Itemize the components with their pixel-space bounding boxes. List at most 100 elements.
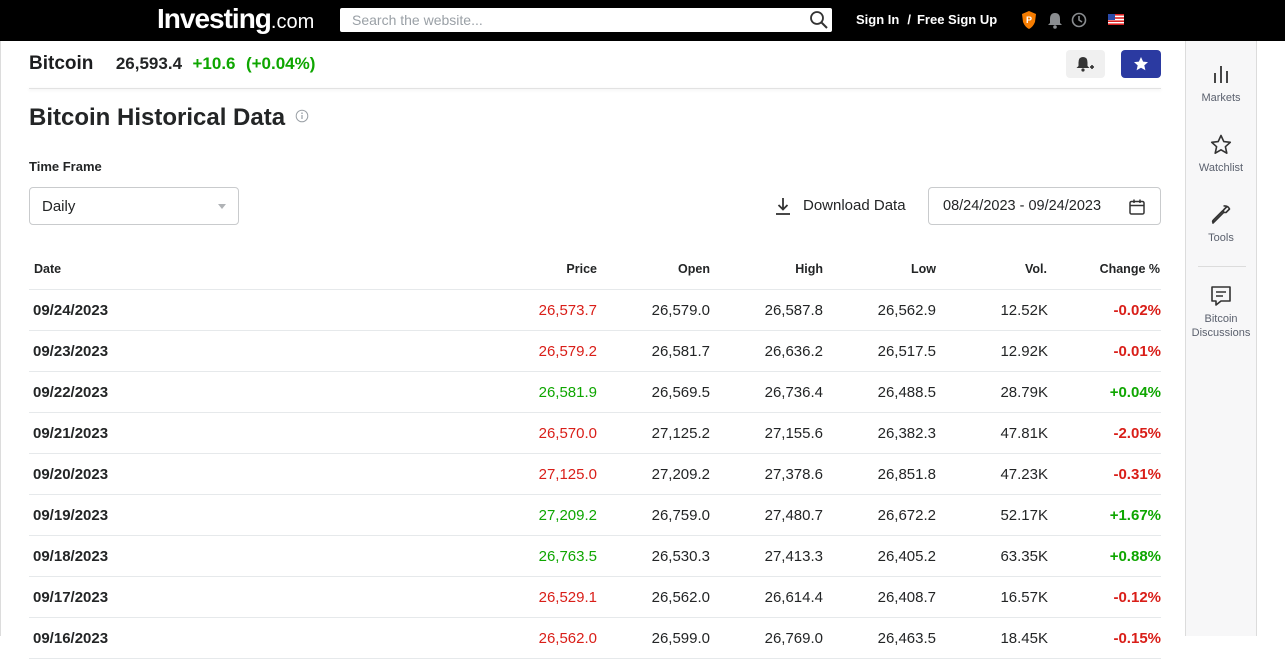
table-row: 09/22/2023 26,581.9 26,569.5 26,736.4 26,488… [29, 372, 1161, 413]
instrument-name: Bitcoin [29, 53, 94, 74]
cell-low: 26,488.5 [877, 384, 936, 401]
header-date[interactable]: Date [34, 262, 61, 276]
cell-low: 26,408.7 [877, 589, 936, 606]
cell-change: -0.31% [1113, 466, 1161, 483]
time-frame-label: Time Frame [29, 159, 102, 174]
cell-change: +1.67% [1109, 507, 1161, 524]
cell-open: 26,759.0 [651, 507, 710, 524]
table-row: 09/19/2023 27,209.2 26,759.0 27,480.7 26,672… [29, 495, 1161, 536]
search-box [340, 8, 832, 32]
cell-date: 09/22/2023 [33, 384, 109, 401]
time-frame-select[interactable]: Daily [29, 187, 239, 225]
info-icon[interactable] [295, 109, 309, 123]
calendar-icon [1129, 199, 1145, 215]
cell-date: 09/20/2023 [33, 466, 109, 483]
cell-high: 26,614.4 [764, 589, 823, 606]
sidebar-item-label: Bitcoin Discussions [1191, 313, 1251, 339]
time-frame-value: Daily [42, 198, 76, 215]
star-outline-icon [1210, 134, 1232, 154]
cell-date: 09/17/2023 [33, 589, 109, 606]
date-range-picker[interactable]: 08/24/2023 - 09/24/2023 [928, 187, 1161, 225]
cell-high: 26,636.2 [764, 343, 823, 360]
sign-in-link[interactable]: Sign In [856, 12, 899, 27]
clock-icon[interactable] [1070, 10, 1088, 30]
star-icon [1134, 57, 1148, 71]
sidebar-item-watchlist[interactable]: Watchlist [1186, 133, 1256, 175]
search-input[interactable] [340, 8, 800, 32]
cell-vol: 47.81K [1000, 425, 1048, 442]
table-body: 09/24/2023 26,573.7 26,579.0 26,587.8 26,562… [29, 290, 1161, 659]
page-title: Bitcoin Historical Data [29, 104, 286, 131]
sidebar-item-markets[interactable]: Markets [1186, 63, 1256, 105]
download-icon [776, 198, 790, 215]
cell-change: -2.05% [1113, 425, 1161, 442]
cell-price: 26,763.5 [538, 548, 597, 565]
cell-high: 27,155.6 [764, 425, 823, 442]
sidebar-item-discussions[interactable]: Bitcoin Discussions [1186, 284, 1256, 340]
cell-price: 26,573.7 [538, 302, 597, 319]
cell-date: 09/19/2023 [33, 507, 109, 524]
header-high[interactable]: High [795, 262, 823, 276]
site-logo[interactable]: Investing.com [157, 3, 314, 35]
bell-icon[interactable] [1046, 10, 1064, 30]
header-low[interactable]: Low [911, 262, 936, 276]
cell-high: 26,587.8 [764, 302, 823, 319]
cell-vol: 47.23K [1000, 466, 1048, 483]
cell-high: 27,378.6 [764, 466, 823, 483]
cell-open: 26,579.0 [651, 302, 710, 319]
header-vol[interactable]: Vol. [1025, 262, 1047, 276]
header-divider [29, 88, 1161, 89]
table-row: 09/18/2023 26,763.5 26,530.3 27,413.3 26,405… [29, 536, 1161, 577]
cell-date: 09/18/2023 [33, 548, 109, 565]
cell-vol: 63.35K [1000, 548, 1048, 565]
cell-date: 09/21/2023 [33, 425, 109, 442]
pro-shield-icon[interactable]: P [1020, 10, 1038, 30]
cell-low: 26,562.9 [877, 302, 936, 319]
table-row: 09/24/2023 26,573.7 26,579.0 26,587.8 26,562… [29, 290, 1161, 331]
table-row: 09/21/2023 26,570.0 27,125.2 27,155.6 26,382… [29, 413, 1161, 454]
instrument-price: 26,593.4 [115, 54, 183, 73]
header-change[interactable]: Change % [1100, 262, 1160, 276]
cell-change: +0.04% [1109, 384, 1161, 401]
instrument-change-pct: (+0.04%) [245, 54, 316, 73]
cell-open: 27,125.2 [651, 425, 710, 442]
search-icon[interactable] [809, 10, 829, 30]
cell-vol: 12.92K [1000, 343, 1048, 360]
sign-up-link[interactable]: Free Sign Up [917, 12, 997, 27]
left-border [0, 41, 1, 636]
cell-vol: 28.79K [1000, 384, 1048, 401]
header-price[interactable]: Price [566, 262, 597, 276]
cell-open: 26,562.0 [651, 589, 710, 606]
sidebar-item-tools[interactable]: Tools [1186, 203, 1256, 245]
table-row: 09/16/2023 26,562.0 26,599.0 26,769.0 26,463… [29, 618, 1161, 659]
cell-low: 26,851.8 [877, 466, 936, 483]
cell-date: 09/23/2023 [33, 343, 109, 360]
sidebar-item-label: Watchlist [1198, 162, 1244, 174]
cell-low: 26,405.2 [877, 548, 936, 565]
cell-open: 26,581.7 [651, 343, 710, 360]
cell-change: -0.02% [1113, 302, 1161, 319]
cell-price: 26,579.2 [538, 343, 597, 360]
cell-vol: 18.45K [1000, 630, 1048, 647]
us-flag-icon[interactable] [1107, 10, 1125, 30]
cell-price: 26,581.9 [538, 384, 597, 401]
cell-low: 26,672.2 [877, 507, 936, 524]
cell-high: 26,736.4 [764, 384, 823, 401]
cell-open: 26,530.3 [651, 548, 710, 565]
top-bar: Investing.com Sign In / Free Sign Up P [0, 0, 1285, 41]
header-open[interactable]: Open [678, 262, 710, 276]
date-range-value: 08/24/2023 - 09/24/2023 [943, 198, 1102, 214]
instrument-change: +10.6 [192, 54, 236, 73]
create-alert-button[interactable] [1066, 50, 1105, 78]
cell-vol: 12.52K [1000, 302, 1048, 319]
cell-date: 09/16/2023 [33, 630, 109, 647]
cell-change: -0.12% [1113, 589, 1161, 606]
table-row: 09/17/2023 26,529.1 26,562.0 26,614.4 26,408… [29, 577, 1161, 618]
logo-suffix: .com [270, 11, 315, 33]
auth-separator: / [907, 12, 911, 27]
add-to-watchlist-button[interactable] [1121, 50, 1161, 78]
sidebar-divider [1198, 266, 1246, 267]
wrench-icon [1211, 205, 1231, 224]
cell-vol: 52.17K [1000, 507, 1048, 524]
cell-vol: 16.57K [1000, 589, 1048, 606]
